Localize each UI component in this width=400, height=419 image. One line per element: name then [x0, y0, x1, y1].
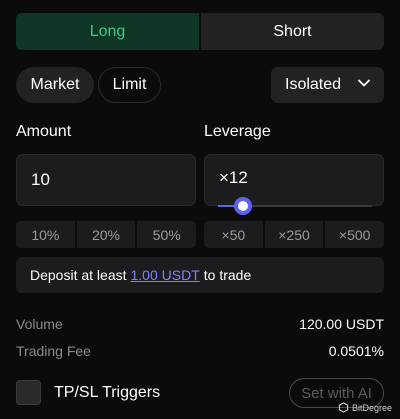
- watermark: BitDegree: [338, 401, 392, 415]
- leverage-label: Leverage: [204, 123, 271, 140]
- trading-fee-row: Trading Fee 0.0501%: [16, 343, 384, 359]
- tpsl-label: TP/SL Triggers: [54, 384, 161, 401]
- watermark-text: BitDegree: [352, 403, 393, 413]
- notice-prefix: Deposit at least: [30, 267, 127, 283]
- amount-quick-20[interactable]: 20%: [77, 221, 138, 248]
- leverage-quick-picks: ×50 ×250 ×500: [204, 221, 384, 248]
- amount-value: 10: [31, 170, 50, 189]
- leverage-input[interactable]: ×12: [204, 154, 384, 206]
- short-tab[interactable]: Short: [201, 13, 384, 50]
- market-order-button[interactable]: Market: [16, 67, 94, 103]
- long-tab[interactable]: Long: [16, 13, 201, 50]
- deposit-amount-link[interactable]: 1.00 USDT: [131, 267, 200, 283]
- side-toggle: Long Short: [16, 13, 384, 50]
- chevron-down-icon: [357, 76, 371, 95]
- amount-quick-picks: 10% 20% 50%: [16, 221, 196, 248]
- amount-quick-50[interactable]: 50%: [137, 221, 196, 248]
- leverage-quick-500[interactable]: ×500: [325, 221, 384, 248]
- deposit-notice: Deposit at least 1.00 USDT to trade: [16, 257, 384, 293]
- leverage-quick-250[interactable]: ×250: [265, 221, 326, 248]
- trading-fee-label: Trading Fee: [16, 343, 91, 359]
- volume-label: Volume: [16, 316, 63, 332]
- leverage-quick-50[interactable]: ×50: [204, 221, 265, 248]
- trade-panel: Long Short Market Limit Isolated Amount …: [0, 0, 400, 419]
- tpsl-checkbox[interactable]: [16, 380, 41, 405]
- leverage-value: ×12: [219, 168, 248, 187]
- volume-value: 120.00 USDT: [299, 316, 384, 332]
- amount-label: Amount: [16, 123, 72, 140]
- margin-mode-value: Isolated: [285, 76, 342, 93]
- trading-fee-value: 0.0501%: [328, 343, 384, 359]
- margin-mode-select[interactable]: Isolated: [271, 67, 384, 103]
- notice-suffix: to trade: [203, 267, 252, 283]
- amount-input[interactable]: 10: [16, 154, 196, 206]
- bitdegree-logo-icon: [338, 401, 349, 415]
- leverage-slider-handle[interactable]: [233, 197, 252, 215]
- amount-quick-10[interactable]: 10%: [16, 221, 77, 248]
- limit-order-button[interactable]: Limit: [98, 67, 161, 103]
- volume-row: Volume 120.00 USDT: [16, 316, 384, 332]
